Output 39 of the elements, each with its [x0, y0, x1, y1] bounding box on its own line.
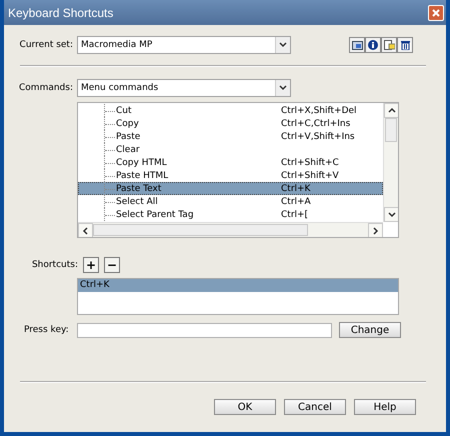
command-row[interactable]: Select All Ctrl+A: [78, 195, 383, 208]
command-row[interactable]: Paste Ctrl+V,Shift+Ins: [78, 130, 383, 143]
horizontal-scrollbar[interactable]: [78, 222, 383, 237]
change-button[interactable]: Change: [339, 322, 401, 338]
document-icon: [384, 40, 394, 50]
press-key-field[interactable]: [77, 322, 332, 338]
commands-dropdown[interactable]: Menu commands: [77, 79, 291, 97]
vertical-scrollbar[interactable]: [383, 103, 398, 222]
close-icon: [432, 8, 440, 16]
command-row[interactable]: Copy HTML Ctrl+Shift+C: [78, 156, 383, 169]
remove-shortcut-button[interactable]: −: [104, 257, 120, 273]
command-row[interactable]: Cut Ctrl+X,Shift+Del: [78, 104, 383, 117]
info-icon: [368, 40, 378, 50]
import-button[interactable]: [349, 37, 365, 53]
shortcuts-label: Shortcuts:: [30, 260, 78, 270]
help-button[interactable]: Help: [354, 399, 416, 415]
window-title: Keyboard Shortcuts: [8, 6, 114, 20]
shortcut-item[interactable]: Ctrl+K: [78, 279, 398, 292]
command-row[interactable]: Clear: [78, 143, 383, 156]
cancel-button[interactable]: Cancel: [284, 399, 346, 415]
scroll-thumb[interactable]: [93, 224, 308, 236]
close-button[interactable]: [428, 4, 444, 20]
command-row[interactable]: Paste Text Ctrl+K: [78, 182, 383, 195]
trash-icon: [400, 40, 410, 50]
export-button[interactable]: [381, 37, 397, 53]
scroll-thumb[interactable]: [385, 118, 397, 142]
command-row[interactable]: Copy Ctrl+C,Ctrl+Ins: [78, 117, 383, 130]
window-icon: [352, 40, 362, 50]
press-key-label: Press key:: [23, 325, 70, 335]
info-button[interactable]: [365, 37, 381, 53]
commands-label: Commands:: [18, 83, 73, 93]
command-row[interactable]: Select Parent Tag Ctrl+[: [78, 208, 383, 221]
ok-button[interactable]: OK: [214, 399, 276, 415]
delete-button[interactable]: [397, 37, 413, 53]
chevron-icon: [279, 42, 287, 48]
current-set-dropdown[interactable]: Macromedia MP: [77, 36, 291, 54]
chevron-icon: [279, 85, 287, 91]
add-shortcut-button[interactable]: +: [83, 257, 99, 273]
current-set-label: Current set:: [18, 40, 73, 50]
